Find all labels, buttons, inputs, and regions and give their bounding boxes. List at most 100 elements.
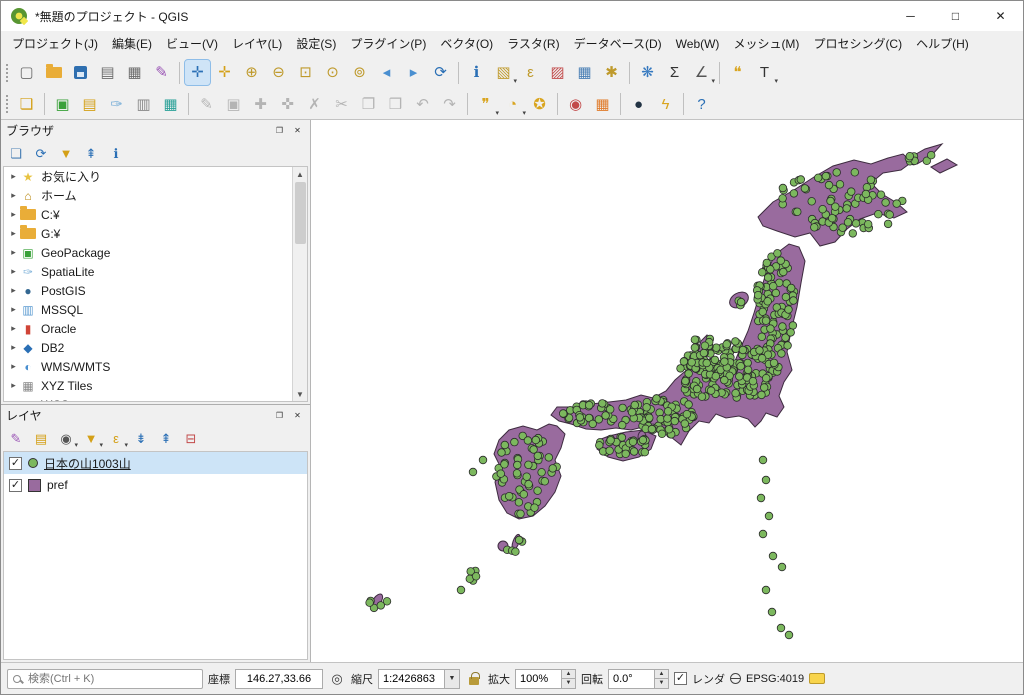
mountain-point[interactable]: [516, 509, 525, 518]
mountain-point[interactable]: [519, 490, 528, 499]
mountain-point[interactable]: [842, 204, 851, 213]
mountain-point[interactable]: [814, 173, 823, 182]
redo-button[interactable]: ↷: [437, 92, 462, 117]
mountain-point[interactable]: [760, 383, 769, 392]
mountain-point[interactable]: [706, 386, 716, 395]
menu-item-12[interactable]: ヘルプ(H): [909, 31, 976, 56]
mountain-point[interactable]: [818, 204, 827, 214]
expand-arrow-icon[interactable]: ▸: [7, 380, 20, 391]
mountain-point[interactable]: [510, 437, 519, 447]
mountain-point[interactable]: [365, 598, 374, 607]
mountain-point[interactable]: [758, 455, 768, 465]
mountain-point[interactable]: [892, 199, 901, 208]
refresh-browser-button[interactable]: ⟳: [30, 142, 52, 164]
mountain-point[interactable]: [784, 630, 794, 640]
mountain-point[interactable]: [777, 349, 786, 358]
mountain-point[interactable]: [598, 399, 607, 408]
scale-input[interactable]: [378, 668, 444, 689]
mountain-point[interactable]: [828, 213, 837, 223]
layer-checkbox[interactable]: ✓: [9, 456, 22, 470]
open-project-button[interactable]: [41, 60, 66, 85]
add-group-button[interactable]: ▤: [30, 427, 52, 449]
mountain-point[interactable]: [762, 258, 771, 268]
georeferencer-button[interactable]: ▦: [590, 92, 615, 117]
mountain-point[interactable]: [736, 297, 746, 307]
mountain-point[interactable]: [680, 419, 689, 428]
mountain-point[interactable]: [761, 316, 771, 325]
style-manager-button[interactable]: ✎: [149, 60, 174, 85]
tree-item-9[interactable]: ▸ ◆ DB2: [4, 338, 307, 357]
menu-item-3[interactable]: レイヤ(L): [225, 31, 289, 56]
zoom-in-button[interactable]: ⊕: [239, 60, 264, 85]
expand-arrow-icon[interactable]: ▸: [7, 228, 20, 239]
mountain-point[interactable]: [692, 384, 702, 394]
new-mesh-layer-button[interactable]: ▦: [158, 92, 183, 117]
mountain-point[interactable]: [663, 414, 672, 423]
mountain-point[interactable]: [885, 210, 894, 219]
mountain-point[interactable]: [500, 460, 509, 469]
magnifier-spinner[interactable]: ▲ ▼: [515, 668, 576, 689]
mountain-point[interactable]: [676, 364, 685, 373]
expand-all-button[interactable]: ⇟: [130, 427, 152, 449]
mountain-point[interactable]: [789, 296, 798, 305]
collapse-all-button[interactable]: ⇞: [80, 142, 102, 164]
collapse-all-button[interactable]: ⇞: [155, 427, 177, 449]
mountain-point[interactable]: [664, 425, 674, 434]
help-button[interactable]: ?: [689, 92, 714, 117]
mountain-point[interactable]: [471, 572, 481, 581]
menu-item-10[interactable]: メッシュ(M): [726, 31, 806, 56]
mountain-point[interactable]: [835, 180, 845, 189]
menu-item-8[interactable]: データベース(D): [567, 31, 669, 56]
mountain-point[interactable]: [735, 372, 744, 381]
scrollbar-down-icon[interactable]: ▼: [293, 387, 308, 401]
magnifier-input[interactable]: [515, 668, 561, 689]
mountain-point[interactable]: [766, 324, 775, 333]
mountain-point[interactable]: [500, 440, 509, 450]
tree-item-3[interactable]: ▸ G:¥: [4, 224, 307, 243]
deselect-features-button[interactable]: ▨: [545, 60, 570, 85]
mountain-point[interactable]: [756, 493, 766, 503]
expand-arrow-icon[interactable]: ▸: [7, 304, 20, 315]
mountain-point[interactable]: [533, 486, 542, 495]
close-button[interactable]: ✕: [978, 1, 1023, 31]
properties-widget-button[interactable]: ℹ: [105, 142, 127, 164]
mountain-point[interactable]: [524, 460, 533, 469]
menu-item-0[interactable]: プロジェクト(J): [5, 31, 105, 56]
mountain-point[interactable]: [876, 190, 886, 199]
mountain-point[interactable]: [832, 168, 841, 177]
mountain-point[interactable]: [778, 194, 787, 203]
tree-item-11[interactable]: ▸ ▦ XYZ Tiles: [4, 376, 307, 395]
mountain-point[interactable]: [702, 358, 711, 368]
locator-search-input[interactable]: [26, 671, 197, 686]
mountain-point[interactable]: [786, 328, 795, 337]
mountain-point[interactable]: [687, 358, 696, 367]
filter-legend-button[interactable]: ▼ ▾: [80, 427, 103, 450]
mountain-point[interactable]: [781, 292, 791, 302]
menu-item-7[interactable]: ラスタ(R): [500, 31, 566, 56]
mountain-point[interactable]: [883, 219, 893, 229]
mountain-point[interactable]: [657, 429, 667, 438]
locator-search-box[interactable]: [7, 668, 203, 689]
mountain-point[interactable]: [783, 341, 792, 350]
tree-item-0[interactable]: ▸ ★ お気に入り: [4, 167, 307, 186]
mountain-point[interactable]: [647, 424, 657, 434]
messages-icon[interactable]: [809, 673, 826, 684]
manage-map-themes-button[interactable]: ◉ ▾: [55, 427, 78, 450]
mountain-point[interactable]: [793, 207, 802, 216]
new-project-button[interactable]: ▢: [14, 60, 39, 85]
statistical-summary-button[interactable]: Σ: [662, 60, 687, 85]
mountain-point[interactable]: [843, 218, 853, 227]
mountain-point[interactable]: [874, 209, 883, 219]
toolbar-grip[interactable]: [5, 94, 10, 114]
mountain-point[interactable]: [640, 448, 649, 457]
mountain-point[interactable]: [736, 361, 745, 371]
mountain-point[interactable]: [720, 375, 729, 385]
layer-labeling-button[interactable]: ❞ ▾: [473, 92, 499, 117]
mountain-point[interactable]: [753, 290, 763, 300]
spin-down-icon[interactable]: ▼: [655, 679, 668, 688]
maximize-button[interactable]: □: [933, 1, 978, 31]
measure-line-button[interactable]: ∠ ▾: [689, 60, 715, 85]
menu-item-6[interactable]: ベクタ(O): [433, 31, 500, 56]
new-spatialite-layer-button[interactable]: ✑: [104, 92, 129, 117]
mountain-point[interactable]: [800, 184, 810, 193]
